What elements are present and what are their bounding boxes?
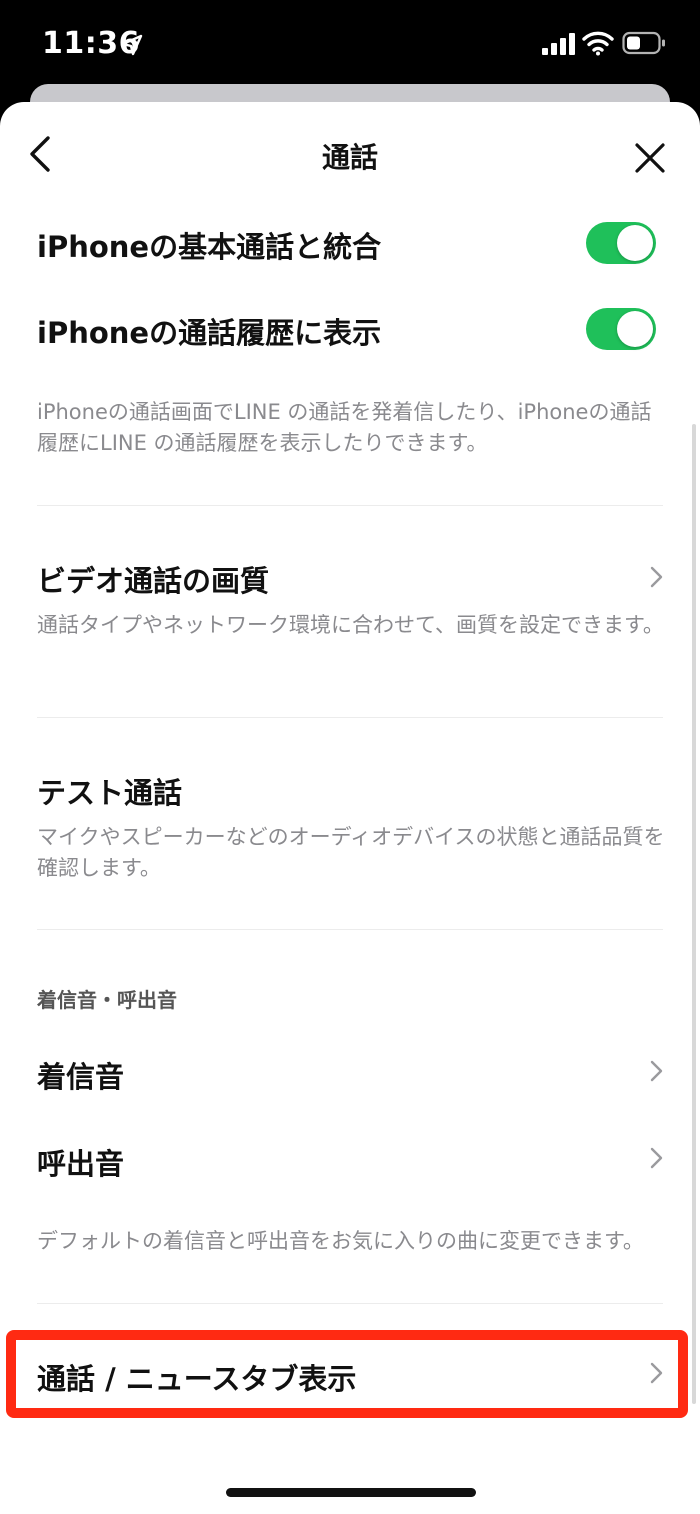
location-arrow-icon [121,34,143,56]
page-title: 通話 [321,141,378,174]
video-quality-row[interactable]: ビデオ通話の画質 通話タイプやネットワーク環境に合わせて、画質を設定できます。 [0,552,700,692]
close-icon[interactable] [628,136,672,180]
test-call-row[interactable]: テスト通話 マイクやスピーカーなどのオーディオデバイスの状態と通話品質を確認しま… [0,764,700,904]
toggle-knob [617,311,653,347]
ringtone-label: 着信音 [37,1060,125,1094]
wifi-icon [582,31,614,56]
battery-icon [622,31,665,55]
call-history-row: iPhoneの通話履歴に表示 [0,300,700,360]
call-settings-sheet: 通話 iPhoneの基本通話と統合 iPhoneの通話履歴に表示 iPhoneの… [0,102,700,1514]
divider [37,717,663,718]
chevron-right-icon [650,1060,663,1082]
call-history-label: iPhoneの通話履歴に表示 [37,316,382,350]
cellular-signal-icon [542,33,575,55]
ringback-row[interactable]: 呼出音 [0,1133,700,1193]
video-quality-label: ビデオ通話の画質 [37,564,270,598]
call-history-toggle[interactable] [586,308,656,350]
chevron-right-icon [650,566,663,588]
ringtone-section-header: 着信音・呼出音 [37,988,177,1012]
highlight-box [6,1330,688,1418]
home-indicator [226,1488,476,1497]
ringback-label: 呼出音 [37,1147,125,1181]
toggle-knob [617,225,653,261]
native-call-label: iPhoneの基本通話と統合 [37,230,382,264]
divider [37,1303,663,1304]
test-call-label: テスト通話 [37,776,183,810]
divider [37,929,663,930]
chevron-right-icon [650,1147,663,1169]
native-call-toggle[interactable] [586,222,656,264]
scrollbar[interactable] [692,424,696,1404]
ringtone-row[interactable]: 着信音 [0,1046,700,1106]
native-call-row: iPhoneの基本通話と統合 [0,214,700,274]
status-bar: 11:36 [0,0,700,88]
integration-description: iPhoneの通話画面でLINE の通話を発着信したり、iPhoneの通話履歴に… [37,400,652,455]
ringtone-description: デフォルトの着信音と呼出音をお気に入りの曲に変更できます。 [37,1229,644,1253]
video-quality-description: 通話タイプやネットワーク環境に合わせて、画質を設定できます。 [37,613,664,637]
divider [37,505,663,506]
test-call-description: マイクやスピーカーなどのオーディオデバイスの状態と通話品質を確認します。 [37,825,665,880]
